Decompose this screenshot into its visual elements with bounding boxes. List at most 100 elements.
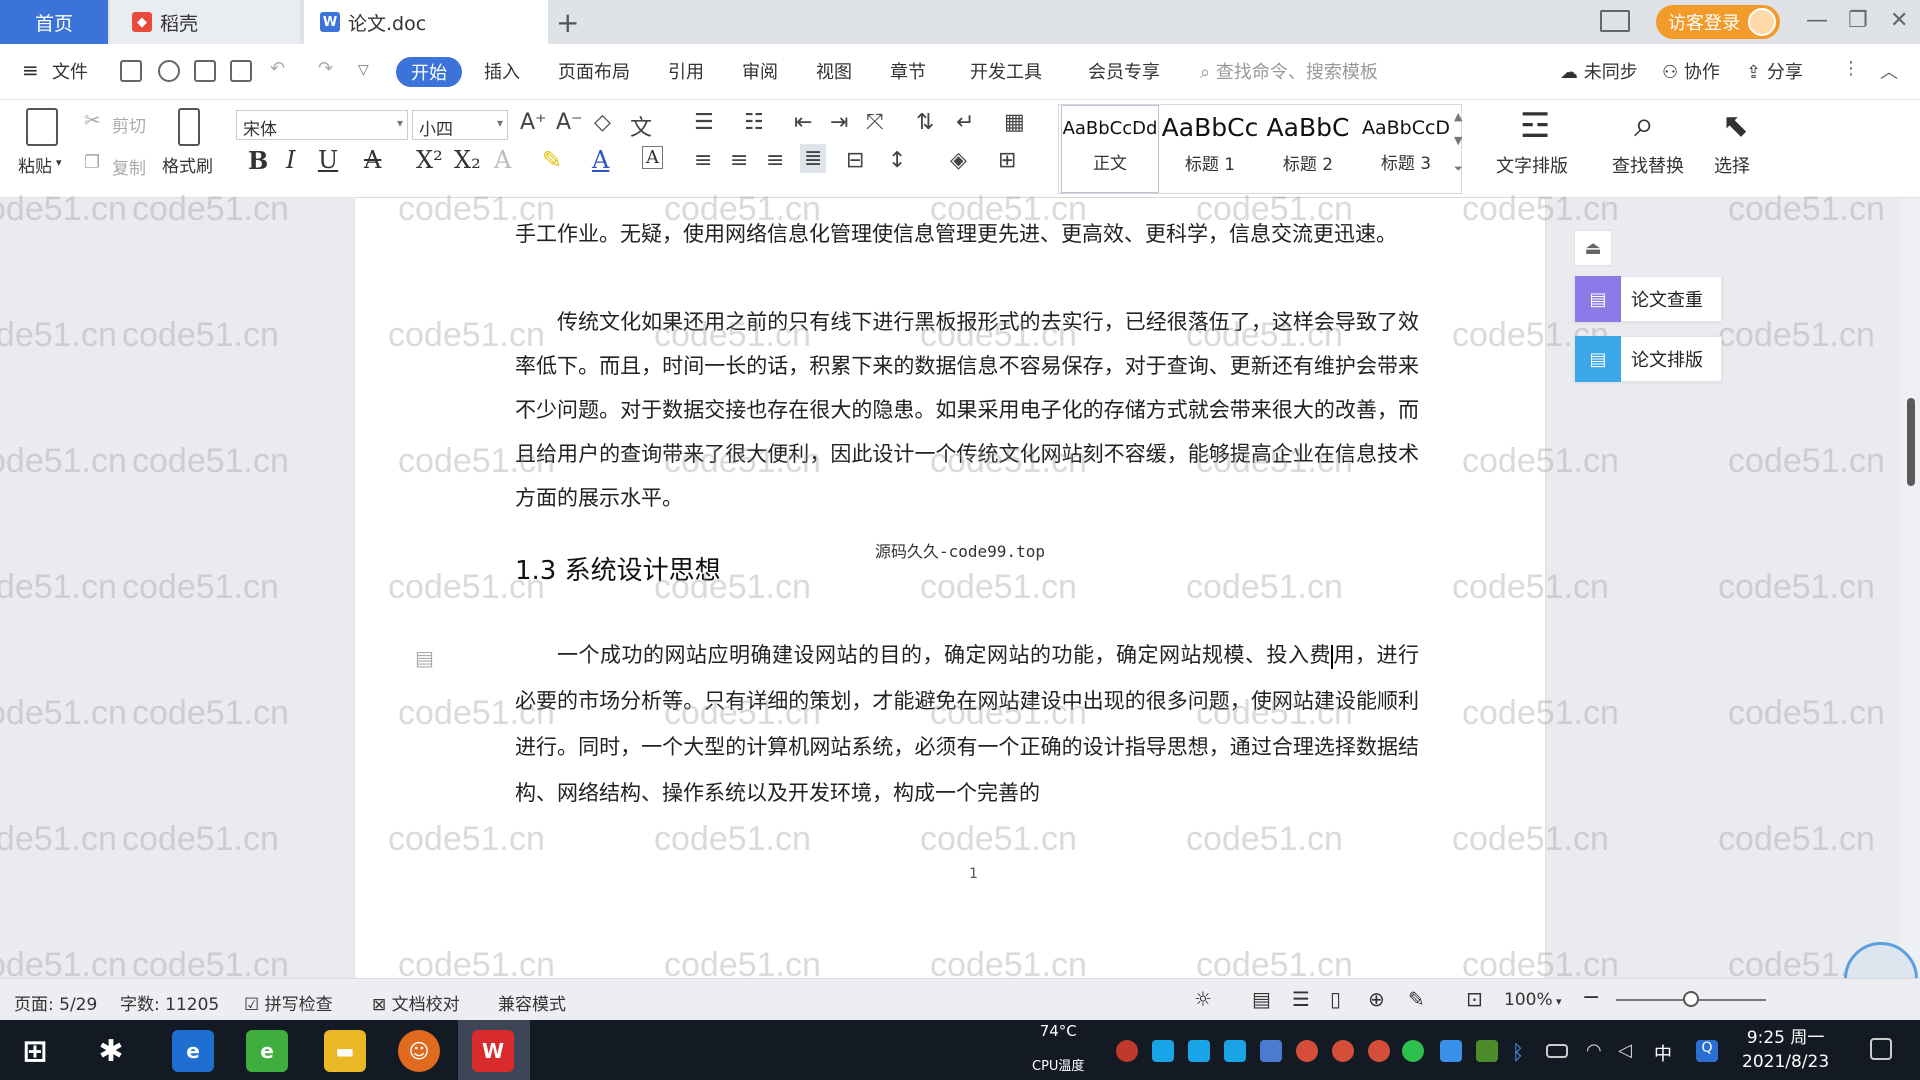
cpu-temp-widget[interactable]: 74°C CPU温度: [1032, 1022, 1084, 1076]
align-right-icon[interactable]: ≡: [766, 148, 784, 173]
shading-icon[interactable]: ◈: [950, 148, 967, 173]
tab-daoke[interactable]: ◆ 稻壳: [110, 0, 300, 44]
collaborate-button[interactable]: ⚇ 协作: [1662, 58, 1720, 84]
qq-icon[interactable]: [1296, 1040, 1318, 1062]
save-icon[interactable]: [120, 60, 142, 82]
outline-view-icon[interactable]: ☰: [1292, 987, 1310, 1011]
tray-app-icon[interactable]: [1188, 1040, 1210, 1062]
doc-proofread-button[interactable]: ⊠ 文档校对: [372, 990, 460, 1015]
search-command-input[interactable]: ⌕ 查找命令、搜索模板: [1200, 58, 1378, 84]
qq-icon[interactable]: [1368, 1040, 1390, 1062]
style-heading-3[interactable]: AaBbCcD 标题 3: [1357, 105, 1455, 193]
tab-home[interactable]: 首页: [0, 0, 108, 44]
close-icon[interactable]: ✕: [1890, 8, 1908, 33]
distributed-icon[interactable]: ⊟: [846, 148, 864, 173]
hamburger-icon[interactable]: ≡: [22, 58, 39, 82]
decrease-indent-icon[interactable]: ⇤: [794, 110, 812, 135]
shrink-font-icon[interactable]: A⁻: [556, 110, 583, 135]
more-options-icon[interactable]: ⋮: [1842, 58, 1860, 79]
bullet-list-icon[interactable]: ☰: [694, 110, 714, 135]
justify-icon[interactable]: ≣: [800, 144, 827, 173]
menu-view[interactable]: 视图: [816, 58, 852, 84]
battery-icon[interactable]: [1546, 1044, 1568, 1058]
ie-browser-icon[interactable]: e: [172, 1030, 214, 1072]
word-count[interactable]: 字数: 11205: [120, 990, 219, 1015]
font-color-icon[interactable]: A: [592, 146, 609, 174]
highlight-icon[interactable]: ✎: [542, 146, 562, 174]
scrollbar-thumb[interactable]: [1907, 398, 1915, 486]
spell-check-button[interactable]: ☑ 拼写检查: [244, 990, 333, 1015]
nvidia-icon[interactable]: [1476, 1040, 1498, 1062]
style-heading-1[interactable]: AaBbCc 标题 1: [1161, 105, 1259, 193]
fan-app-icon[interactable]: ✱: [90, 1030, 132, 1072]
increase-indent-icon[interactable]: ⇥: [830, 110, 848, 135]
italic-icon[interactable]: I: [286, 146, 295, 174]
page-indicator[interactable]: 页面: 5/29: [14, 990, 97, 1015]
menu-chapter[interactable]: 章节: [890, 58, 926, 84]
tray-app-icon[interactable]: [1116, 1040, 1138, 1062]
windows-start-icon[interactable]: ⊞: [14, 1030, 56, 1072]
qq-icon[interactable]: [1332, 1040, 1354, 1062]
share-button[interactable]: ⇪ 分享: [1746, 58, 1803, 84]
menu-file[interactable]: 文件: [52, 58, 88, 84]
zoom-out-icon[interactable]: −: [1582, 985, 1600, 1010]
web-view-icon[interactable]: ⊕: [1368, 987, 1385, 1011]
eye-protect-icon[interactable]: ☼: [1194, 987, 1212, 1011]
tray-app-icon[interactable]: [1440, 1040, 1462, 1062]
minimize-icon[interactable]: —: [1806, 8, 1828, 33]
sync-status[interactable]: ☁ 未同步: [1560, 58, 1638, 84]
document-page[interactable]: 手工作业。无疑，使用网络信息化管理使信息管理更先进、更高效、更科学，信息交流更迅…: [355, 198, 1545, 978]
print-preview-icon[interactable]: [230, 60, 252, 82]
menu-member[interactable]: 会员专享: [1088, 58, 1160, 84]
menu-references[interactable]: 引用: [668, 58, 704, 84]
strikethrough-icon[interactable]: A: [364, 146, 381, 174]
ime-indicator[interactable]: 中: [1654, 1040, 1676, 1065]
page-view-icon[interactable]: ▤: [1252, 987, 1271, 1011]
table-tools-icon[interactable]: ▦: [1004, 110, 1025, 135]
paragraph-marker-icon[interactable]: ▤: [415, 646, 434, 670]
zoom-level[interactable]: 100%: [1504, 990, 1553, 1010]
wps-writer-icon[interactable]: W: [472, 1030, 514, 1072]
underline-icon[interactable]: U: [318, 146, 338, 174]
phonetic-guide-icon[interactable]: 文: [630, 110, 652, 142]
menu-start[interactable]: 开始: [396, 57, 462, 87]
menu-insert[interactable]: 插入: [484, 58, 520, 84]
bluetooth-icon[interactable]: ᛒ: [1512, 1040, 1534, 1064]
line-spacing-icon[interactable]: ↕: [888, 148, 906, 173]
tray-app-icon[interactable]: [1402, 1040, 1424, 1062]
clear-format-icon[interactable]: ◇: [594, 110, 611, 135]
show-marks-icon[interactable]: ↵: [956, 110, 974, 135]
notification-icon[interactable]: [1870, 1038, 1892, 1060]
subscript-icon[interactable]: X₂: [454, 146, 481, 174]
superscript-icon[interactable]: X²: [416, 146, 443, 174]
layout-toggle-icon[interactable]: [1600, 10, 1630, 32]
styles-scroll-up-icon[interactable]: ▲: [1454, 110, 1462, 123]
numbered-list-icon[interactable]: ☷: [744, 110, 764, 135]
new-tab-button[interactable]: +: [556, 6, 579, 39]
tray-app-icon[interactable]: [1152, 1040, 1174, 1062]
quick-access-dropdown-icon[interactable]: ▽: [358, 62, 369, 78]
shield-icon[interactable]: [1260, 1040, 1282, 1062]
menu-review[interactable]: 审阅: [742, 58, 778, 84]
pen-icon[interactable]: ✎: [1408, 987, 1425, 1011]
reading-view-icon[interactable]: ▯: [1330, 987, 1341, 1011]
browser-360-icon[interactable]: e: [246, 1030, 288, 1072]
style-normal[interactable]: AaBbCcDd 正文: [1061, 105, 1159, 193]
undo-icon[interactable]: ↶: [270, 58, 285, 79]
sort-icon[interactable]: ⇅: [916, 110, 934, 135]
tray-app-icon[interactable]: [1224, 1040, 1246, 1062]
wifi-icon[interactable]: ◠: [1586, 1040, 1608, 1062]
align-center-icon[interactable]: ≡: [730, 148, 748, 173]
volume-icon[interactable]: ◁: [1618, 1040, 1640, 1062]
chinese-layout-icon[interactable]: ⤧: [866, 110, 884, 135]
styles-scroll-down-icon[interactable]: ▼: [1454, 134, 1462, 147]
visitor-login-button[interactable]: 访客登录: [1656, 5, 1780, 39]
paper-layout-button[interactable]: ▤ 论文排版: [1574, 336, 1722, 382]
tab-document[interactable]: W 论文.doc: [304, 0, 548, 44]
character-border-icon[interactable]: A: [642, 146, 663, 169]
game-app-icon[interactable]: ☺: [398, 1030, 440, 1072]
font-size-select[interactable]: 小四: [412, 110, 508, 140]
bold-icon[interactable]: B: [248, 146, 268, 175]
grow-font-icon[interactable]: A⁺: [520, 110, 547, 135]
font-family-select[interactable]: 宋体: [236, 110, 408, 140]
